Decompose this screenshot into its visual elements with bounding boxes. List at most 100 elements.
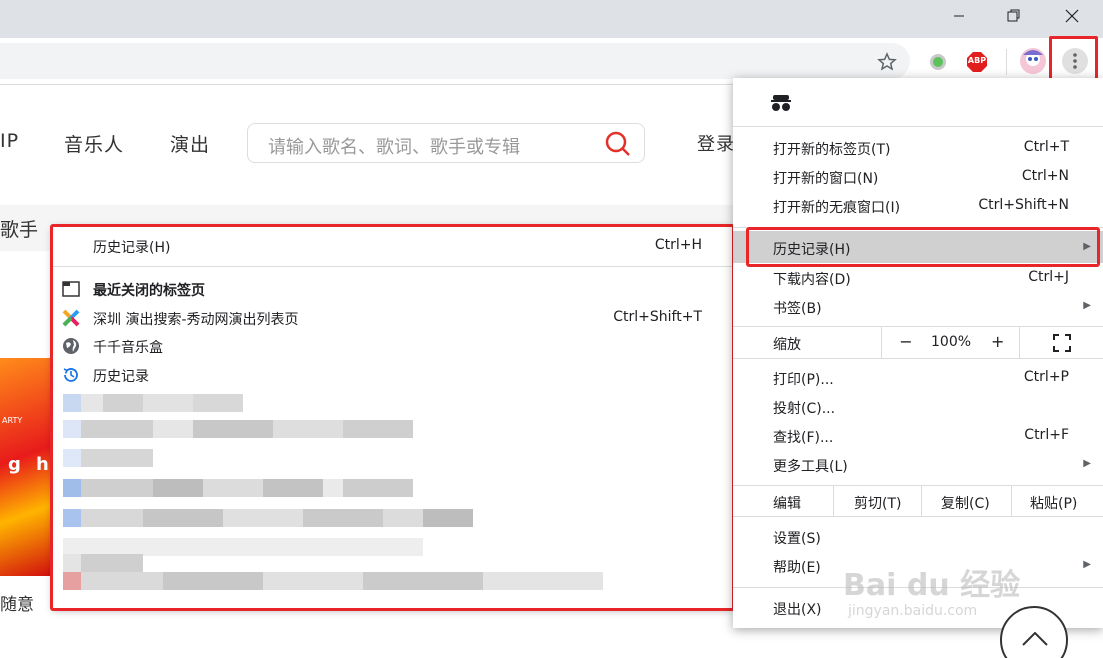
site-search[interactable]: 请输入歌名、歌词、歌手或专辑 [247, 123, 645, 163]
divider [733, 358, 1103, 359]
poster-title[interactable]: 随意 [0, 590, 34, 615]
menu-settings[interactable]: 设置(S) [733, 522, 1103, 551]
history-submenu: 历史记录(H) Ctrl+H 最近关闭的标签页 深圳 演出搜索-秀动网演出列表页… [53, 226, 732, 608]
history-header-label: 历史记录(H) [93, 240, 171, 256]
menu-new-incognito[interactable]: 打开新的无痕窗口(I) Ctrl+Shift+N [733, 191, 1103, 220]
menu-item-label: 更多工具(L) [773, 459, 848, 475]
divider [733, 126, 1103, 127]
blurred-history-entry[interactable] [63, 420, 413, 438]
history-item[interactable]: 千千音乐盒 [53, 332, 732, 360]
menu-item-label: 书签(B) [773, 301, 822, 317]
nav-shows[interactable]: 演出 [170, 130, 210, 157]
menu-item-label: 查找(F)... [773, 430, 834, 446]
history-header-shortcut: Ctrl+H [654, 237, 702, 253]
menu-downloads[interactable]: 下载内容(D) Ctrl+J [733, 263, 1103, 292]
menu-item-label: 打开新的无痕窗口(I) [773, 200, 901, 216]
divider [881, 327, 882, 358]
address-bar[interactable] [0, 43, 910, 79]
profile-avatar[interactable] [1018, 46, 1048, 76]
paste-button[interactable]: 粘贴(P) [1030, 493, 1077, 513]
zoom-level: 100% [931, 334, 972, 350]
divider [1019, 327, 1020, 358]
divider [733, 516, 1103, 517]
menu-new-tab[interactable]: 打开新的标签页(T) Ctrl+T [733, 133, 1103, 162]
zoom-in-button[interactable]: + [991, 332, 1004, 351]
history-item[interactable]: 历史记录 [53, 361, 732, 389]
edit-label: 编辑 [773, 496, 801, 512]
nav-vip[interactable]: IP [0, 130, 19, 152]
close-icon[interactable] [1049, 0, 1095, 32]
blurred-history-entry[interactable] [63, 509, 473, 527]
menu-more-tools[interactable]: 更多工具(L) ▶ [733, 450, 1103, 479]
nav-musician[interactable]: 音乐人 [64, 130, 124, 157]
menu-item-label: 帮助(E) [773, 560, 821, 576]
menu-item-label: 打开新的窗口(N) [773, 171, 879, 187]
blurred-history-entry[interactable] [63, 479, 413, 497]
recently-closed-label: 最近关闭的标签页 [93, 283, 205, 299]
menu-bookmarks[interactable]: 书签(B) ▶ [733, 292, 1103, 321]
chevron-up-icon [1022, 632, 1048, 646]
divider [833, 486, 834, 516]
chrome-menu: 打开新的标签页(T) Ctrl+T 打开新的窗口(N) Ctrl+N 打开新的无… [733, 78, 1103, 628]
chevron-right-icon: ▶ [1083, 300, 1091, 311]
watermark-logo: Bai du 经验 [843, 568, 1021, 603]
search-icon[interactable] [604, 130, 632, 158]
menu-item-shortcut: Ctrl+P [1023, 369, 1069, 385]
history-icon [62, 366, 80, 384]
history-submenu-header[interactable]: 历史记录(H) Ctrl+H [53, 232, 732, 260]
watermark-url: jingyan.baidu.com [848, 603, 978, 619]
subnav-singer[interactable]: 歌手 [0, 215, 38, 242]
showstart-icon [62, 309, 80, 327]
toolbar-divider [1006, 49, 1007, 75]
history-item-label: 历史记录 [93, 369, 149, 385]
menu-item-label: 投射(C)... [773, 401, 836, 417]
menu-item-label: 设置(S) [773, 531, 821, 547]
menu-item-shortcut: Ctrl+Shift+N [978, 197, 1069, 213]
extension-green-icon[interactable] [926, 50, 950, 74]
menu-item-label: 打开新的标签页(T) [773, 142, 891, 158]
copy-button[interactable]: 复制(C) [941, 493, 990, 513]
history-item-shortcut: Ctrl+Shift+T [613, 309, 702, 325]
chevron-right-icon: ▶ [1083, 559, 1091, 570]
poster-image[interactable]: ARTY g h [0, 358, 52, 576]
login-link[interactable]: 登录 [697, 130, 735, 156]
menu-item-shortcut: Ctrl+N [1021, 168, 1069, 184]
star-icon[interactable] [875, 50, 899, 74]
recently-closed-heading: 最近关闭的标签页 [53, 275, 732, 303]
history-item[interactable]: 深圳 演出搜索-秀动网演出列表页 Ctrl+Shift+T [53, 304, 732, 332]
menu-item-shortcut: Ctrl+F [1024, 427, 1069, 443]
zoom-out-button[interactable]: − [899, 332, 913, 351]
divider [1011, 486, 1012, 516]
menu-item-shortcut: Ctrl+J [1028, 269, 1069, 285]
divider [733, 485, 1103, 486]
tab-icon [62, 280, 80, 298]
menu-print[interactable]: 打印(P)... Ctrl+P [733, 363, 1103, 392]
menu-item-label: 下载内容(D) [773, 272, 851, 288]
site-search-placeholder: 请输入歌名、歌词、歌手或专辑 [268, 137, 520, 158]
menu-item-label: 退出(X) [773, 602, 822, 618]
fullscreen-icon[interactable] [1053, 334, 1071, 352]
blurred-history-entry[interactable] [63, 554, 143, 572]
history-item-label: 千千音乐盒 [93, 340, 163, 356]
divider [921, 486, 922, 516]
cut-button[interactable]: 剪切(T) [854, 493, 901, 513]
incognito-icon [771, 95, 791, 113]
poster-letter-h: h [36, 454, 49, 475]
adblock-plus-icon[interactable]: ABP [965, 50, 989, 74]
history-item-label: 深圳 演出搜索-秀动网演出列表页 [93, 312, 299, 328]
menu-item-shortcut: Ctrl+T [1023, 139, 1069, 155]
blurred-history-entry[interactable] [63, 449, 153, 467]
blurred-history-entry[interactable] [63, 572, 603, 590]
poster-caption: ARTY [2, 416, 23, 425]
restore-icon[interactable] [991, 0, 1037, 32]
menu-find[interactable]: 查找(F)... Ctrl+F [733, 421, 1103, 450]
globe-icon [62, 337, 80, 355]
poster-letter-g: g [8, 454, 21, 475]
minimize-icon[interactable] [936, 0, 982, 32]
menu-new-window[interactable]: 打开新的窗口(N) Ctrl+N [733, 162, 1103, 191]
menu-cast[interactable]: 投射(C)... [733, 392, 1103, 421]
blurred-history-entry[interactable] [63, 394, 243, 412]
chevron-right-icon: ▶ [1083, 458, 1091, 469]
divider [733, 326, 1103, 327]
divider [53, 266, 732, 267]
